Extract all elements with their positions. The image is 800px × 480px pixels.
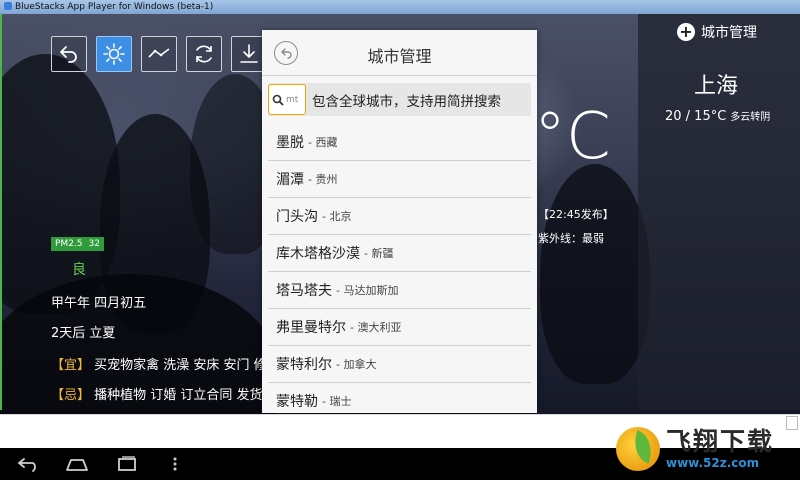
nav-menu-button[interactable] — [160, 454, 190, 474]
watermark-brand: 飞翔下载 — [666, 427, 775, 456]
city-item-region: - 北京 — [322, 210, 352, 223]
city-item-region: - 加拿大 — [336, 358, 377, 371]
nav-recents-button[interactable] — [112, 454, 142, 474]
city-search-input[interactable] — [286, 94, 302, 105]
city-item-name: 库木塔格沙漠 — [276, 246, 360, 262]
yi-text: 买宠物家禽 洗澡 安床 安门 修 — [94, 358, 264, 373]
window-title-bar: BlueStacks App Player for Windows (beta-… — [0, 0, 800, 14]
weather-condition: 多云转阴 — [730, 112, 771, 123]
city-item-region: - 瑞士 — [322, 395, 352, 408]
city-manage-button[interactable]: + 城市管理 — [677, 22, 757, 42]
city-list-item[interactable]: 门头沟 - 北京 — [268, 198, 531, 235]
nav-home-icon — [66, 459, 88, 471]
trend-line-icon — [148, 48, 170, 58]
ji-tag: 【忌】 — [51, 388, 91, 403]
site-watermark: 飞翔下载 www.52z.com — [616, 418, 800, 480]
city-item-region: - 新疆 — [364, 247, 394, 260]
trend-button[interactable] — [141, 36, 177, 72]
pm25-badge: PM2.5 32 — [51, 237, 104, 251]
current-city-name: 上海 — [694, 74, 739, 99]
city-list-item[interactable]: 蒙特利尔 - 加拿大 — [268, 346, 531, 383]
temperature-range: 20 / 15°C 多云转阴 — [665, 109, 771, 124]
search-icon — [272, 94, 284, 106]
emulator-sidebar-toggle[interactable] — [786, 416, 798, 430]
refresh-icon — [196, 45, 212, 63]
city-item-name: 塔马塔夫 — [276, 283, 332, 299]
city-list-item[interactable]: 弗里曼特尔 - 澳大利亚 — [268, 309, 531, 346]
city-list-item[interactable]: 墨脱 - 西藏 — [268, 124, 531, 161]
solar-term: 2天后 立夏 — [51, 326, 116, 341]
tree-silhouette — [540, 164, 650, 384]
almanac-ji: 【忌】 播种植物 订婚 订立合同 发货 — [51, 384, 264, 403]
city-list-item[interactable]: 库木塔格沙漠 - 新疆 — [268, 235, 531, 272]
city-item-region: - 西藏 — [308, 136, 338, 149]
ji-text: 播种植物 订婚 订立合同 发货 — [94, 388, 263, 403]
city-manage-label: 城市管理 — [701, 25, 757, 41]
sun-icon — [103, 43, 125, 65]
city-item-region: - 贵州 — [308, 173, 338, 186]
city-item-region: - 澳大利亚 — [350, 321, 402, 334]
weather-view-button[interactable] — [96, 36, 132, 72]
almanac-yi: 【宜】 买宠物家禽 洗澡 安床 安门 修 — [51, 354, 264, 373]
city-search-row: 包含全球城市，支持用简拼搜索 — [268, 83, 531, 116]
window-title: BlueStacks App Player for Windows (beta-… — [15, 2, 214, 12]
city-manage-dialog: 城市管理 包含全球城市，支持用简拼搜索 墨脱 - 西藏湄潭 - 贵州门头沟 - 北京库… — [262, 30, 537, 413]
city-item-name: 弗里曼特尔 — [276, 320, 346, 336]
city-item-name: 蒙特利尔 — [276, 357, 332, 373]
search-hint: 包含全球城市，支持用简拼搜索 — [312, 93, 501, 110]
bluestacks-app-icon — [4, 2, 12, 10]
refresh-button[interactable] — [186, 36, 222, 72]
yi-tag: 【宜】 — [51, 358, 91, 373]
nav-back-button[interactable] — [14, 454, 44, 474]
current-temperature: °C — [534, 100, 611, 174]
download-icon — [240, 44, 258, 63]
nav-recents-icon — [118, 456, 136, 471]
city-item-name: 墨脱 — [276, 135, 304, 151]
pm25-value: 32 — [88, 239, 100, 249]
search-box[interactable] — [268, 84, 306, 115]
dialog-title: 城市管理 — [367, 47, 432, 66]
watermark-url: www.52z.com — [666, 456, 760, 470]
back-arrow-icon — [60, 46, 77, 63]
city-result-list: 墨脱 - 西藏湄潭 - 贵州门头沟 - 北京库木塔格沙漠 - 新疆塔马塔夫 - 马达加斯加… — [268, 124, 531, 413]
city-item-name: 蒙特勒 — [276, 394, 318, 410]
city-list-item[interactable]: 蒙特勒 - 瑞士 — [268, 383, 531, 413]
pm25-label: PM2.5 — [55, 239, 83, 249]
city-item-region: - 马达加斯加 — [336, 284, 399, 297]
city-list-item[interactable]: 塔马塔夫 - 马达加斯加 — [268, 272, 531, 309]
plus-circle-icon: + — [677, 23, 695, 41]
nav-home-button[interactable] — [62, 454, 92, 474]
publish-time: 【22:45发布】 — [538, 208, 614, 221]
menu-dots-icon — [173, 457, 177, 471]
uv-index: 紫外线：最弱 — [538, 232, 604, 245]
nav-back-icon — [17, 458, 36, 472]
air-quality-level: 良 — [72, 262, 86, 278]
watermark-logo-icon — [616, 427, 660, 471]
back-button[interactable] — [51, 36, 87, 72]
city-list-item[interactable]: 湄潭 - 贵州 — [268, 161, 531, 198]
city-item-name: 湄潭 — [276, 172, 304, 188]
left-edge-accent — [0, 14, 2, 410]
city-item-name: 门头沟 — [276, 209, 318, 225]
lunar-date: 甲午年 四月初五 — [51, 296, 147, 311]
dialog-header: 城市管理 — [262, 30, 537, 76]
